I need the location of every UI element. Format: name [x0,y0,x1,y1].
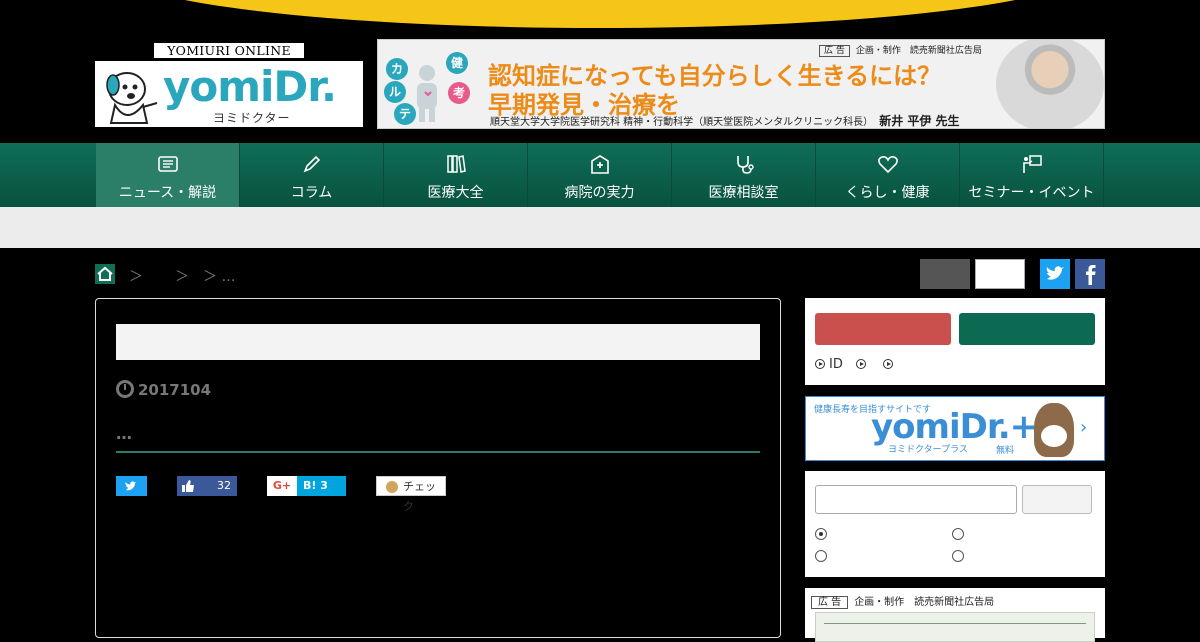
sidebar-link-label: ID [829,357,843,372]
nav-item-life[interactable]: くらし・健康 [816,143,960,207]
article-title-box [116,324,760,360]
article-date-text: 2017104 [138,381,212,399]
karte-illustration: カ ル テ 健 考 [384,48,476,125]
thumbs-up-icon [182,480,194,492]
sidebar-link-3[interactable] [883,357,897,372]
sidebar-ad-sponsor: 企画・制作 読売新聞社広告局 [854,597,995,608]
heart-icon [878,156,898,174]
breadcrumb-separator: ＞ [129,269,143,285]
doctor-photo [996,40,1104,128]
sidebar-ad-line [824,623,1086,624]
site-logo[interactable]: YOMIURI ONLINE yomiDr. ヨミドクター [95,42,363,127]
bubble-ka: カ [386,58,408,80]
nav-item-news[interactable]: ニュース・解説 [96,143,240,207]
bear-mascot-icon [1034,403,1074,457]
facebook-like-button[interactable]: 32 [177,476,237,496]
twitter-icon [1046,266,1064,280]
ad-doctor-name: 新井 平伊 先生 [879,114,960,128]
logo-brand-text: yomiDr. [163,62,337,111]
mixi-check-button[interactable]: チェック [376,476,446,513]
bubble-ken: 健 [446,52,468,74]
nav-label: ニュース・解説 [118,185,217,201]
breadcrumb-separator: ＞ [175,269,189,285]
article-lead: … [116,424,133,443]
nav-item-consult[interactable]: 医療相談室 [672,143,816,207]
sidebar-ad[interactable]: 広 告企画・制作 読売新聞社広告局 [805,588,1105,642]
nav-label: 病院の実力 [564,185,635,201]
nav-label: セミナー・イベント [968,185,1095,201]
search-button[interactable] [1022,485,1092,514]
register-button[interactable] [959,313,1095,345]
home-link[interactable] [95,264,115,284]
sidebar-ad-tag: 広 告企画・制作 読売新聞社広告局 [811,593,995,609]
mixi-label: チェック [403,480,436,513]
presentation-icon [1023,155,1042,173]
login-button[interactable] [815,313,951,345]
yomiuri-online-label: YOMIURI ONLINE [153,42,305,59]
twitter-icon [125,481,137,491]
facebook-follow-button[interactable] [1075,259,1105,289]
yomidr-plus-banner[interactable]: 健康長寿を目指すサイトです yomiDr.+ ヨミドクタープラス 無料 › [805,396,1105,461]
nav-label: コラム [290,185,333,201]
search-scope-radio-3[interactable] [815,550,827,562]
article-date: 2017104 [116,380,211,399]
google-plus-button[interactable]: G+ [267,476,297,496]
nav-label: くらし・健康 [845,185,930,201]
chevron-right-icon: › [1080,417,1088,438]
arrow-circle-icon [815,359,825,369]
search-scope-radio-1[interactable] [815,528,827,540]
main-nav: ニュース・解説 コラム 医療大全 病院の実力 医療相談室 くらし・健康 セミナー… [0,143,1200,207]
bubble-kou: 考 [448,82,470,104]
nav-item-encyclopedia[interactable]: 医療大全 [384,143,528,207]
hospital-icon [591,155,609,174]
search-scope-radio-2[interactable] [952,528,964,540]
article-divider [116,451,760,453]
nav-label: 医療大全 [427,185,484,201]
search-scope-radio-4[interactable] [952,550,964,562]
ad-banner[interactable]: カ ル テ 健 考 広 告企画・制作 読売新聞社広告局 認知症になっても自分らし… [377,39,1105,129]
nav-label: 医療相談室 [708,185,779,201]
arrow-circle-icon [856,359,866,369]
ad-tag: 広 告企画・制作 読売新聞社広告局 [819,43,982,57]
nav-item-column[interactable]: コラム [240,143,384,207]
breadcrumb-separator: ＞ … [203,269,236,285]
font-size-large-button[interactable] [975,259,1025,289]
mixi-icon [386,481,398,493]
pen-icon [303,155,321,173]
arrow-circle-icon [883,359,893,369]
ad-sponsor: 企画・制作 読売新聞社広告局 [855,46,982,56]
home-icon [97,266,113,281]
plus-brand: yomiDr.+ [871,407,1038,447]
ad-affiliation-text: 順天堂大学大学院医学研究科 精神・行動科学（順天堂医院メンタルクリニック科長） [490,117,874,128]
hatena-bookmark-button[interactable]: B! 3 [297,476,346,496]
share-twitter-button[interactable] [116,476,147,496]
bubble-te: テ [394,103,416,125]
sidebar-ad-image [815,612,1095,642]
twitter-follow-button[interactable] [1040,259,1070,289]
facebook-icon [1086,265,1096,285]
stethoscope-icon [737,156,754,174]
search-input[interactable] [815,485,1017,514]
sub-nav-bar [0,207,1200,248]
logo-plate: yomiDr. ヨミドクター [95,61,363,127]
font-size-small-button[interactable] [920,259,970,289]
like-count: 32 [217,479,231,492]
newspaper-icon [158,156,178,172]
clock-icon [116,380,134,398]
sidebar-link-id[interactable]: ID [815,357,843,372]
nav-item-hospital[interactable]: 病院の実力 [528,143,672,207]
hatena-label: B! 3 [303,479,328,492]
plus-free-label: 無料 [996,446,1015,456]
bubble-ru: ル [384,81,406,103]
dog-mascot-icon [106,72,158,124]
plus-kana: ヨミドクタープラス [888,445,968,455]
sidebar-link-2[interactable] [856,357,870,372]
sidebar-ad-label: 広 告 [811,596,849,609]
bear-belly [1041,425,1067,447]
logo-kana-text: ヨミドクター [213,111,291,125]
nav-item-seminar[interactable]: セミナー・イベント [960,143,1104,207]
top-decorative-arc [115,0,1085,28]
ad-affiliation: 順天堂大学大学院医学研究科 精神・行動科学（順天堂医院メンタルクリニック科長） 新… [490,112,960,128]
books-icon [447,155,466,173]
